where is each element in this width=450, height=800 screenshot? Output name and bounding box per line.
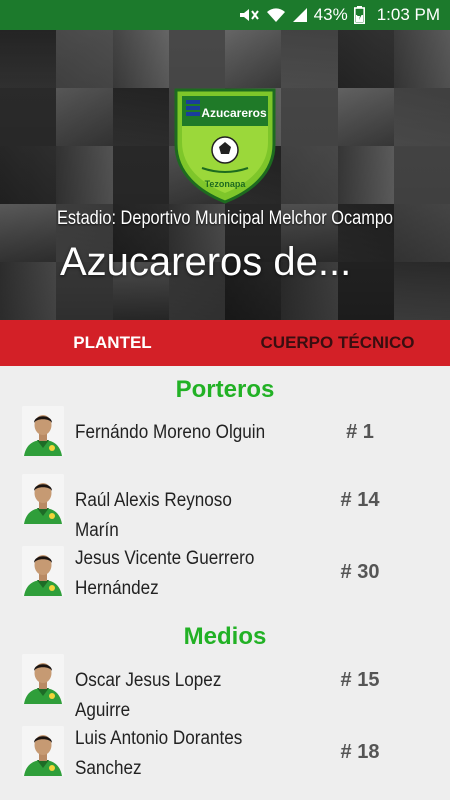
battery-percent: 43% — [313, 5, 348, 24]
player-avatar — [22, 546, 64, 596]
signal-icon — [292, 7, 308, 23]
crest-subtext: Tezonapa — [205, 179, 247, 189]
stadium-label: Estadio: Deportivo Municipal Melchor Oca… — [56, 208, 394, 229]
status-bar: 43% 1:03 PM — [0, 0, 450, 30]
wifi-icon — [266, 7, 286, 23]
list-item[interactable]: Luis Antonio Dorantes Sanchez # 18 — [0, 724, 450, 786]
list-item[interactable]: Oscar Jesus Lopez Aguirre # 15 — [0, 654, 450, 721]
roster-list: Porteros Fernándo Moreno Olguin # 1 Raúl… — [0, 366, 450, 800]
player-avatar — [22, 474, 64, 524]
tab-bar: PLANTEL CUERPO TÉCNICO — [0, 320, 450, 366]
list-item[interactable]: Jesus Vicente Guerrero Hernández # 30 — [0, 544, 450, 606]
crest-text: Azucareros — [201, 106, 267, 120]
section-title-porteros: Porteros — [175, 376, 275, 403]
player-avatar — [22, 406, 64, 456]
player-name: Jesus Vicente Guerrero Hernández — [75, 548, 255, 599]
player-number: # 30 — [340, 561, 380, 583]
team-header: Azucareros Tezonapa Estadio: Deportivo M… — [0, 30, 450, 320]
player-avatar — [22, 726, 64, 776]
player-name: Oscar Jesus Lopez Aguirre — [75, 670, 222, 721]
player-name: Luis Antonio Dorantes Sanchez — [75, 728, 243, 779]
player-name: Raúl Alexis Reynoso Marín — [75, 490, 232, 541]
player-number: # 1 — [346, 421, 374, 443]
player-name: Fernándo Moreno Olguin — [75, 422, 266, 443]
player-avatar — [22, 654, 64, 704]
tab-cuerpo-tecnico[interactable]: CUERPO TÉCNICO — [225, 320, 450, 366]
player-number: # 15 — [340, 669, 380, 691]
team-title: Azucareros de... — [60, 240, 352, 284]
list-item[interactable]: Fernándo Moreno Olguin # 1 — [0, 406, 450, 466]
clock: 1:03 PM — [376, 5, 440, 24]
battery-icon — [353, 6, 365, 24]
player-number: # 18 — [340, 741, 380, 763]
mute-icon — [238, 7, 260, 23]
player-number: # 14 — [340, 489, 380, 511]
list-item[interactable]: Raúl Alexis Reynoso Marín # 14 — [0, 474, 450, 541]
tab-plantel[interactable]: PLANTEL — [0, 320, 225, 366]
team-crest-logo: Azucareros Tezonapa — [174, 88, 276, 204]
section-title-medios: Medios — [183, 623, 267, 650]
